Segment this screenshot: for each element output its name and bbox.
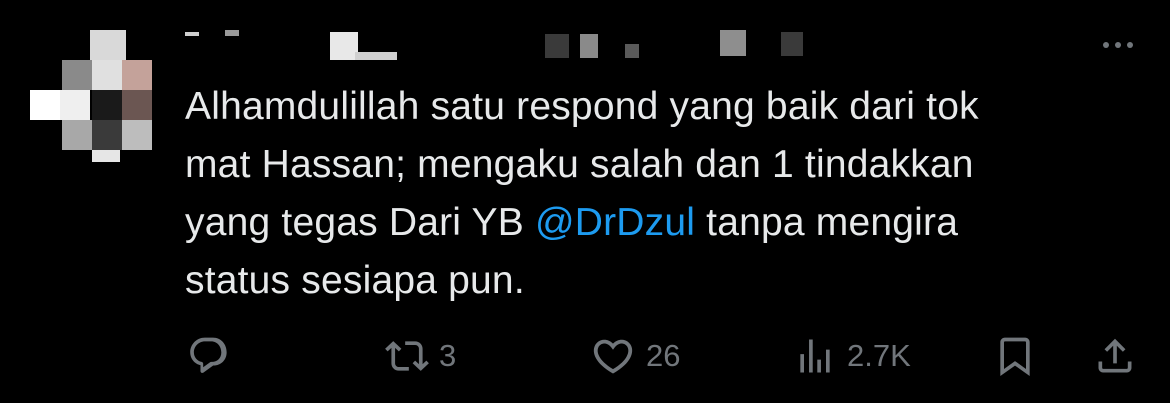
tweet-text-segment: yang tegas Dari YB [185,201,535,244]
retweet-button[interactable]: 3 [385,330,456,382]
censor-block [545,34,569,58]
tweet-action-bar: 3 26 2.7K [185,330,1135,382]
bookmark-button[interactable] [993,330,1037,382]
avatar-pixel [62,60,92,90]
tweet-text: Alhamdulillah satu respond yang baik dar… [185,78,1125,310]
author-header-censored[interactable] [185,18,1085,78]
avatar-pixel [92,60,122,90]
censor-block [225,30,239,36]
views-button[interactable]: 2.7K [793,330,911,382]
tweet-text-line: mat Hassan; mengaku salah dan 1 tindakka… [185,143,974,186]
tweet-text-line: status sesiapa pun. [185,259,525,302]
censor-block [185,32,199,36]
tweet-text-line: yang tegas Dari YB @DrDzul tanpa mengira [185,194,1125,252]
censor-block [720,30,746,56]
retweet-count: 3 [439,338,457,373]
avatar-pixel [30,90,60,120]
censor-block [625,44,639,58]
avatar-pixel [90,30,126,60]
censor-block [580,34,598,58]
share-icon [1098,338,1132,373]
more-options-button[interactable] [1096,32,1140,58]
avatar-pixel [92,150,120,162]
censor-block [355,52,397,60]
like-button[interactable]: 26 [590,330,680,382]
views-count: 2.7K [847,338,911,373]
share-button[interactable] [1093,330,1137,382]
avatar-pixel [92,90,122,120]
more-horizontal-icon [1115,42,1121,48]
censor-block [781,32,803,56]
bookmark-icon [1000,337,1030,377]
views-chart-icon [800,339,830,373]
avatar-pixel [122,120,152,150]
tweet-text-line: Alhamdulillah satu respond yang baik dar… [185,85,979,128]
reply-button[interactable] [187,330,231,382]
tweet-text-segment: tanpa mengira [695,201,959,244]
avatar-pixel [92,120,122,150]
avatar-pixel [62,120,92,150]
more-horizontal-icon [1103,42,1109,48]
reply-icon [190,337,227,373]
avatar[interactable] [30,30,156,162]
mention-link[interactable]: @DrDzul [535,201,695,244]
avatar-pixel [60,90,90,120]
more-horizontal-icon [1127,42,1133,48]
avatar-pixel [122,60,152,90]
heart-icon [593,339,633,374]
avatar-pixel [122,90,152,120]
like-count: 26 [646,338,681,373]
censor-block [330,32,358,60]
retweet-icon [385,341,429,371]
